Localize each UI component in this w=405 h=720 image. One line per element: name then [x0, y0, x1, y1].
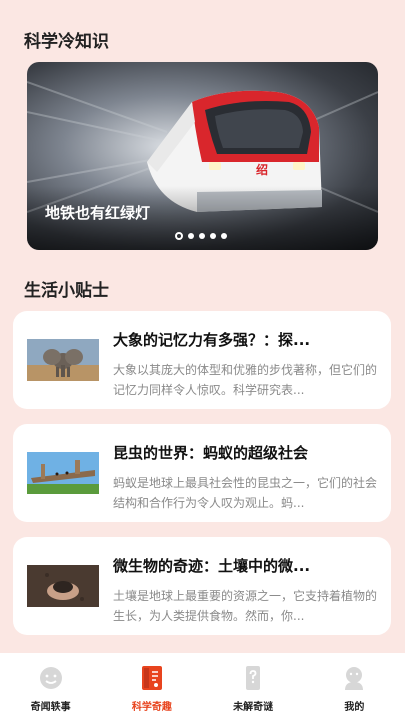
carousel-dot[interactable]: [221, 233, 227, 239]
user-icon: [345, 667, 364, 690]
tab-science[interactable]: 科学奇趣: [107, 653, 197, 720]
bottom-tab-bar: 奇闻轶事 科学奇趣 未解奇谜 我的: [0, 653, 405, 720]
tab-mysteries[interactable]: 未解奇谜: [208, 653, 298, 720]
science-book-icon: [141, 666, 162, 690]
tab-label: 科学奇趣: [131, 702, 172, 713]
tab-profile[interactable]: 我的: [309, 653, 399, 720]
smile-face-icon: [39, 667, 62, 689]
section-title-science-trivia: 科学冷知识: [24, 32, 109, 52]
tab-label: 未解奇谜: [233, 702, 274, 713]
carousel-banner[interactable]: 绍 地铁也有红绿灯: [27, 62, 378, 250]
carousel-dots: [175, 232, 227, 240]
carousel-dot-active[interactable]: [175, 232, 183, 240]
carousel-dot[interactable]: [188, 233, 194, 239]
ants-log-thumbnail: [27, 452, 99, 494]
article-card[interactable]: 大象的记忆力有多强？：探... 大象以其庞大的体型和优雅的步伐著称，但它们的记忆…: [13, 311, 391, 409]
question-phone-icon: [246, 666, 261, 690]
train-logo: 绍: [256, 162, 268, 177]
elephant-thumbnail: [27, 339, 99, 381]
carousel-dot[interactable]: [210, 233, 216, 239]
card-description: 土壤是地球上最重要的资源之一，它支持着植物的生长，为人类提供食物。然而，你...: [113, 589, 378, 623]
card-description: 大象以其庞大的体型和优雅的步伐著称，但它们的记忆力同样令人惊叹。科学研究表...: [113, 363, 378, 397]
card-title: 昆虫的世界：蚂蚁的超级社会: [113, 444, 309, 462]
tab-label: 奇闻轶事: [30, 702, 71, 713]
card-description: 蚂蚁是地球上最具社会性的昆虫之一，它们的社会结构和合作行为令人叹为观止。蚂...: [113, 476, 378, 510]
article-card[interactable]: 微生物的奇迹：土壤中的微... 土壤是地球上最重要的资源之一，它支持着植物的生长…: [13, 537, 391, 635]
soil-hands-thumbnail: [27, 565, 99, 607]
carousel-dot[interactable]: [199, 233, 205, 239]
card-title: 大象的记忆力有多强？：探...: [113, 331, 311, 349]
section-title-life-tips: 生活小贴士: [24, 281, 109, 301]
banner-caption: 地铁也有红绿灯: [45, 204, 151, 222]
article-card[interactable]: 昆虫的世界：蚂蚁的超级社会 蚂蚁是地球上最具社会性的昆虫之一，它们的社会结构和合…: [13, 424, 391, 522]
tab-anecdotes[interactable]: 奇闻轶事: [6, 653, 96, 720]
card-title: 微生物的奇迹：土壤中的微...: [113, 557, 311, 575]
tab-label: 我的: [344, 702, 365, 713]
